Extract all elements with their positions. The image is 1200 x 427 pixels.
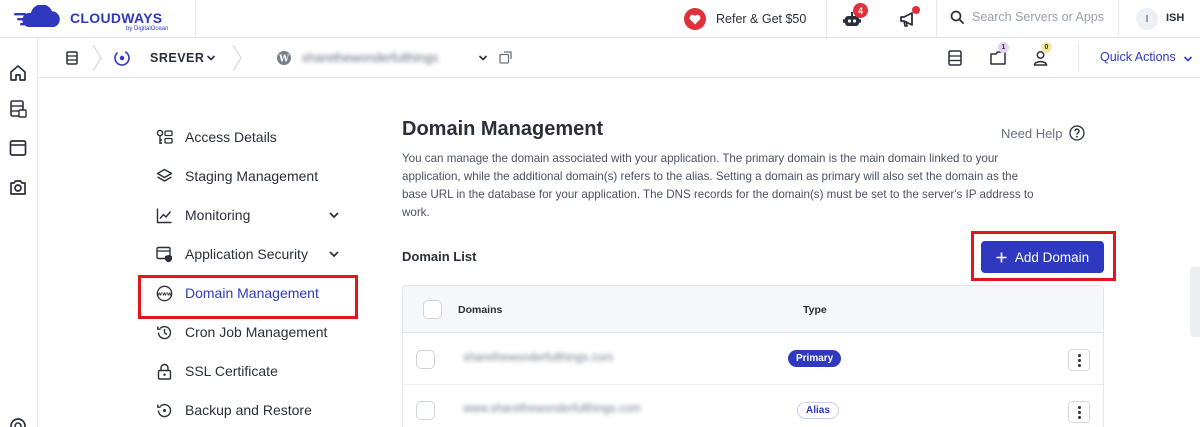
search-icon xyxy=(950,10,964,24)
column-header-domains: Domains xyxy=(458,304,503,316)
layers-icon xyxy=(156,168,173,182)
server-name[interactable]: SREVER xyxy=(150,51,204,65)
nav-backup-and-restore[interactable]: Backup and Restore xyxy=(156,399,346,421)
chevron-down-icon[interactable] xyxy=(328,248,340,260)
type-badge-primary: Primary xyxy=(788,350,842,367)
server-provider-icon xyxy=(114,50,130,71)
chevron-down-icon[interactable] xyxy=(328,209,340,221)
table-header: Domains Type xyxy=(403,286,1103,333)
page-title: Domain Management xyxy=(402,118,604,140)
heart-icon xyxy=(684,8,706,30)
quick-actions-button[interactable]: Quick Actions xyxy=(1100,50,1176,64)
help-circle-icon xyxy=(1069,125,1086,141)
nav-cron-job-management[interactable]: Cron Job Management xyxy=(156,321,346,343)
servers-icon[interactable] xyxy=(8,99,28,119)
nav-label: Access Details xyxy=(185,129,277,145)
lock-icon xyxy=(157,363,172,380)
domain-name: www.sharethewonderfulthings.com xyxy=(463,403,641,415)
row-checkbox[interactable] xyxy=(416,350,435,369)
nav-label: Backup and Restore xyxy=(185,402,312,418)
highlight-box xyxy=(971,231,1116,281)
nav-ssl-certificate[interactable]: SSL Certificate xyxy=(156,360,346,382)
scrollbar[interactable] xyxy=(1190,267,1200,337)
nav-label: Cron Job Management xyxy=(185,324,328,340)
home-icon[interactable] xyxy=(8,63,28,83)
subheader-divider xyxy=(1078,44,1079,72)
nav-access-details[interactable]: Access Details xyxy=(156,126,346,148)
user-name[interactable]: ISH xyxy=(1166,12,1184,24)
logo-text: CLOUDWAYS xyxy=(70,10,163,26)
projects-badge: 1 xyxy=(998,42,1009,53)
column-header-type: Type xyxy=(803,304,827,316)
support-icon[interactable] xyxy=(8,416,28,427)
top-header: CLOUDWAYS by DigitalOcean Refer & Get $5… xyxy=(0,0,1200,38)
applications-icon[interactable] xyxy=(8,138,28,158)
shield-window-icon xyxy=(156,246,172,262)
bot-notifications-button[interactable]: 4 xyxy=(842,3,868,29)
team-badge: 0 xyxy=(1041,42,1052,53)
header-divider xyxy=(1118,0,1119,38)
logo-subtext: by DigitalOcean xyxy=(126,26,169,32)
chevron-down-icon[interactable] xyxy=(1183,54,1193,64)
page-description: You can manage the domain associated wit… xyxy=(402,152,1034,219)
breadcrumb-separator-icon xyxy=(92,44,102,72)
app-name[interactable]: sharethewonderfulthings xyxy=(302,51,438,65)
announcement-dot xyxy=(912,6,920,14)
wordpress-icon: W xyxy=(276,50,292,71)
type-badge-alias: Alias xyxy=(797,402,839,419)
chevron-down-icon[interactable] xyxy=(206,53,216,63)
server-details-button[interactable] xyxy=(948,50,962,71)
svg-text:W: W xyxy=(278,55,290,65)
breadcrumb-separator-icon xyxy=(232,44,242,72)
cloud-logo-icon xyxy=(14,5,60,27)
backup-icon xyxy=(157,403,172,417)
nav-label: Staging Management xyxy=(185,168,319,184)
chart-line-icon xyxy=(156,208,172,223)
table-row: sharethewonderfulthings.com Primary xyxy=(403,333,1103,385)
refer-label: Refer & Get $50 xyxy=(716,12,807,26)
header-divider xyxy=(826,0,827,38)
need-help-label: Need Help xyxy=(1001,125,1063,141)
bot-badge: 4 xyxy=(853,3,868,18)
server-list-icon[interactable] xyxy=(66,51,78,70)
search-box[interactable]: Search Servers or Apps xyxy=(950,10,1104,24)
refer-button[interactable]: Refer & Get $50 xyxy=(684,8,806,30)
nav-monitoring[interactable]: Monitoring xyxy=(156,204,346,226)
nav-label: Application Security xyxy=(185,246,308,262)
header-divider xyxy=(195,0,196,38)
nav-staging-management[interactable]: Staging Management xyxy=(156,165,346,187)
nav-label: Monitoring xyxy=(185,207,251,223)
server-stack-icon xyxy=(948,50,962,66)
team-button[interactable]: 0 xyxy=(1033,42,1052,71)
row-menu-button[interactable] xyxy=(1068,401,1090,423)
chevron-down-icon[interactable] xyxy=(478,53,488,63)
domain-list-heading: Domain List xyxy=(402,249,477,264)
table-row: www.sharethewonderfulthings.com Alias xyxy=(403,385,1103,427)
camera-settings-icon[interactable] xyxy=(8,177,28,197)
left-rail xyxy=(0,38,38,427)
row-checkbox[interactable] xyxy=(416,401,435,420)
domain-name: sharethewonderfulthings.com xyxy=(463,352,614,364)
nav-label: SSL Certificate xyxy=(185,363,278,379)
external-link-icon[interactable] xyxy=(499,51,512,64)
need-help-link[interactable]: Need Help xyxy=(1001,125,1086,141)
sub-header: SREVER W sharethewonderfulthings 1 0 Qui… xyxy=(38,38,1200,78)
row-menu-button[interactable] xyxy=(1068,349,1090,371)
search-input[interactable]: Search Servers or Apps xyxy=(972,10,1104,24)
domain-table: Domains Type sharethewonderfulthings.com… xyxy=(402,285,1104,427)
cloudways-logo[interactable]: CLOUDWAYS by DigitalOcean xyxy=(14,4,194,34)
header-divider xyxy=(936,0,937,38)
history-clock-icon xyxy=(157,325,172,339)
avatar[interactable]: I xyxy=(1136,8,1158,30)
nav-application-security[interactable]: Application Security xyxy=(156,243,346,265)
select-all-checkbox[interactable] xyxy=(423,300,442,319)
highlight-box xyxy=(138,275,358,319)
projects-button[interactable]: 1 xyxy=(990,42,1009,70)
key-list-icon xyxy=(156,129,173,144)
announcements-button[interactable] xyxy=(898,6,920,29)
